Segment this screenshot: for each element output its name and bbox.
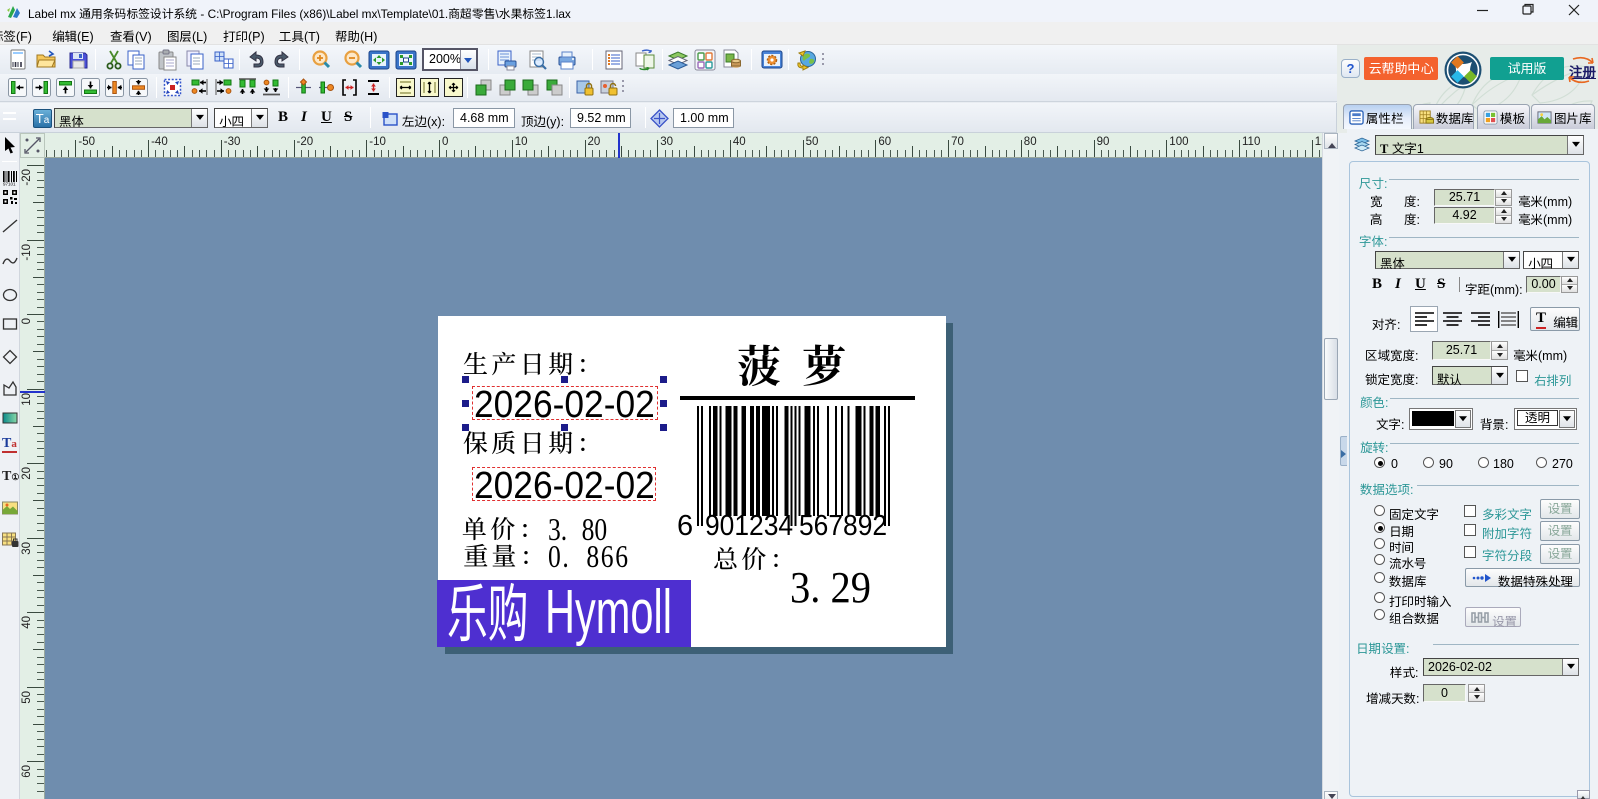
svg-text:97101: 97101 (3, 182, 16, 187)
